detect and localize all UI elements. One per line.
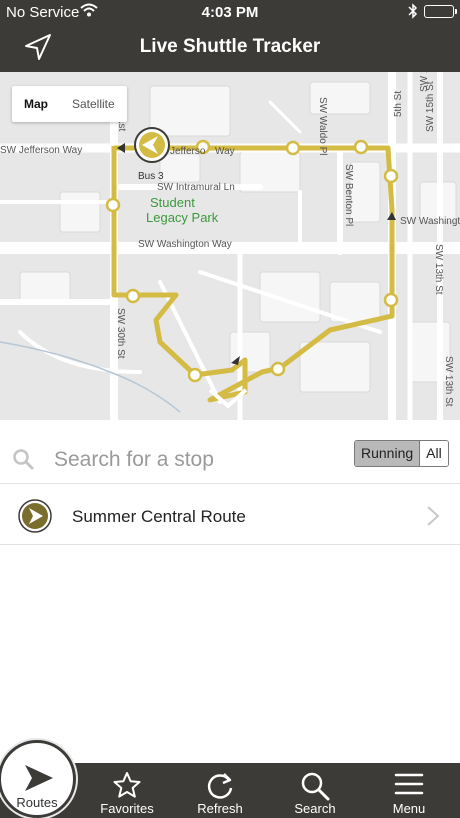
bus-label: Bus 3 — [138, 171, 164, 182]
park-label: Student — [150, 195, 195, 210]
stop-marker[interactable] — [353, 139, 369, 155]
route-name: Summer Central Route — [72, 507, 246, 526]
battery-icon — [424, 5, 457, 18]
map-type-map[interactable]: Map — [12, 86, 60, 122]
street-label: SW 13th St — [433, 244, 444, 295]
stop-marker[interactable] — [187, 367, 203, 383]
search-input[interactable] — [54, 448, 334, 472]
header-bar: No Service 4:03 PM Live Shuttle Tracker — [0, 0, 460, 72]
tab-routes[interactable]: Routes — [0, 740, 76, 818]
search-icon — [12, 448, 34, 475]
map-canvas[interactable]: SW Jefferson Way Jefferso Way SW Intramu… — [0, 72, 460, 420]
tab-label: Search — [294, 801, 336, 816]
status-bar: No Service 4:03 PM — [0, 0, 460, 24]
stop-marker[interactable] — [270, 361, 286, 377]
chevron-right-icon — [426, 505, 440, 532]
map-type-toggle[interactable]: Map Satellite — [12, 86, 127, 122]
map-view[interactable]: SW Jefferson Way Jefferso Way SW Intramu… — [0, 72, 460, 420]
tab-label: Menu — [392, 801, 426, 816]
tab-search[interactable]: Search — [270, 763, 360, 818]
menu-icon — [394, 771, 424, 802]
tab-label: Favorites — [100, 801, 154, 816]
bus-marker[interactable] — [134, 127, 170, 163]
street-label: SW Washingt — [400, 216, 460, 227]
filter-running[interactable]: Running — [355, 441, 420, 466]
tab-label: Refresh — [197, 801, 243, 816]
star-icon — [112, 771, 142, 804]
tab-label: Routes — [16, 795, 58, 810]
street-label: SW 15th St — [425, 81, 436, 132]
status-time: 4:03 PM — [201, 4, 259, 21]
tab-favorites[interactable]: Favorites — [84, 763, 170, 818]
bluetooth-icon — [408, 3, 418, 23]
street-label: SW Intramural Ln — [157, 182, 235, 193]
stop-marker[interactable] — [105, 197, 121, 213]
street-label: 5th St — [393, 91, 404, 117]
map-type-satellite[interactable]: Satellite — [60, 86, 127, 122]
street-label: Way — [215, 146, 235, 157]
page-title: Live Shuttle Tracker — [139, 36, 321, 57]
street-label: SW Washington Way — [138, 239, 232, 250]
stop-marker[interactable] — [285, 140, 301, 156]
park-label: Legacy Park — [146, 210, 219, 225]
street-label: SW 13th St — [443, 356, 454, 407]
street-label: SW Waldo Pl — [317, 97, 328, 156]
stop-marker[interactable] — [125, 288, 141, 304]
filter-all[interactable]: All — [419, 441, 448, 466]
street-label: SW Jefferson Way — [0, 145, 82, 156]
filter-segmented-control[interactable]: Running All — [354, 440, 449, 467]
tab-menu[interactable]: Menu — [364, 763, 454, 818]
street-label: Jefferso — [170, 146, 206, 157]
tab-refresh[interactable]: Refresh — [176, 763, 264, 818]
street-label: SW 30th St — [115, 308, 126, 359]
route-play-icon — [18, 499, 52, 533]
stop-marker[interactable] — [383, 168, 399, 184]
street-label: SW Benton Pl — [343, 164, 354, 226]
stop-marker[interactable] — [383, 292, 399, 308]
route-arrow-icon — [23, 763, 55, 798]
list-item[interactable]: Summer Central Route — [0, 485, 460, 545]
